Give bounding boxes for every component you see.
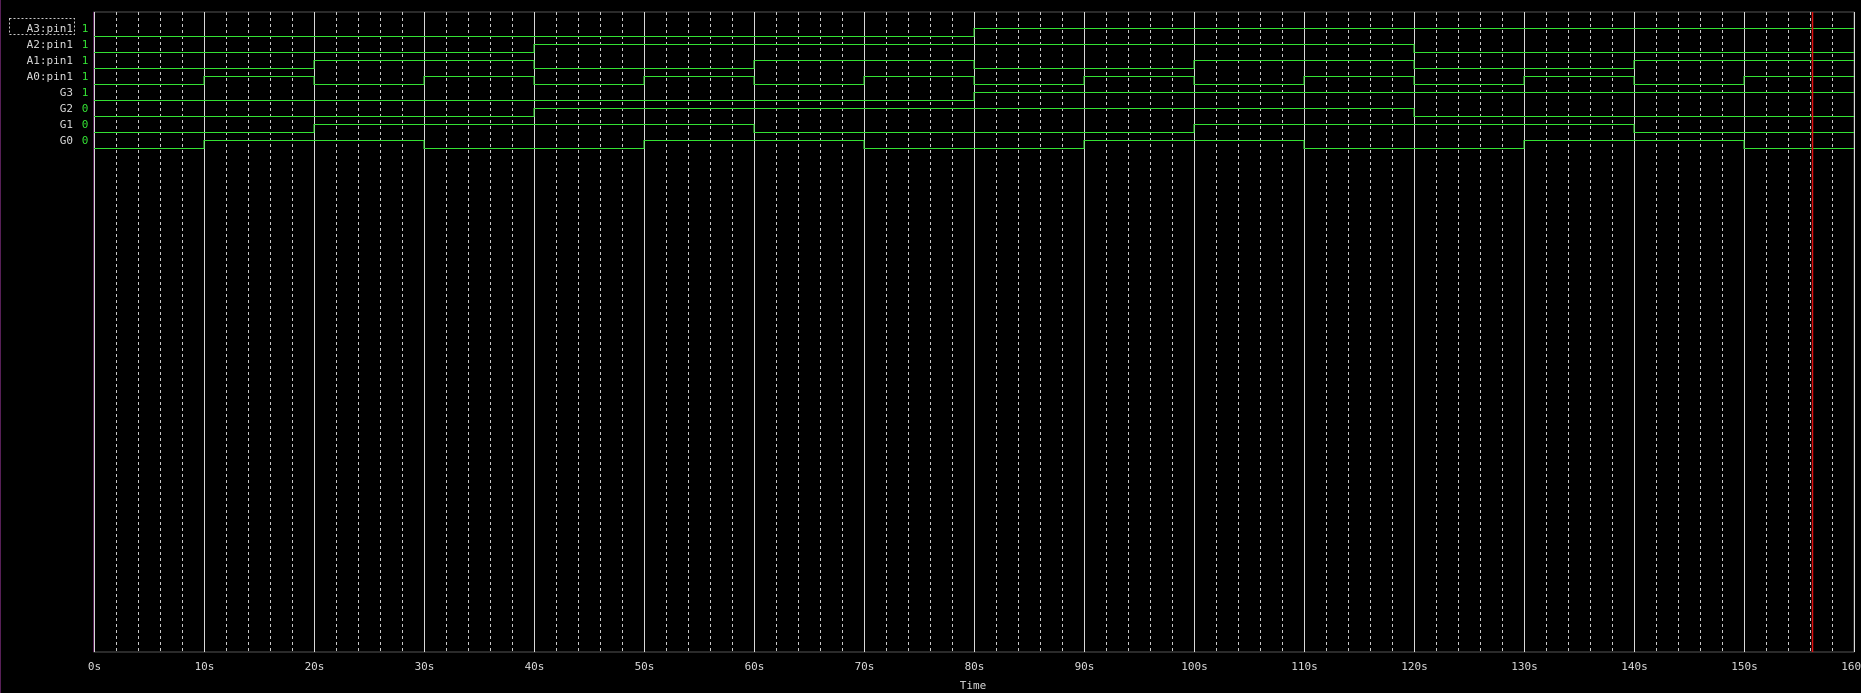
time-tick-label: 20s (305, 660, 325, 673)
signal-value-label: 1 (82, 54, 89, 67)
time-tick-label: 120s (1401, 660, 1428, 673)
time-tick-label: 90s (1075, 660, 1095, 673)
time-tick-label: 60s (745, 660, 765, 673)
signal-name-label[interactable]: G3 (60, 86, 73, 99)
time-tick-label: 40s (525, 660, 545, 673)
signal-value-label: 0 (82, 134, 89, 147)
signal-name-label[interactable]: A0:pin1 (27, 70, 73, 83)
time-tick-label: 100s (1181, 660, 1208, 673)
time-axis-title: Time (960, 679, 987, 692)
signal-name-label[interactable]: A2:pin1 (27, 38, 73, 51)
signal-name-label[interactable]: G1 (60, 118, 73, 131)
time-tick-label: 0s (88, 660, 101, 673)
time-tick-label: 150s (1731, 660, 1758, 673)
signal-name-label[interactable]: A3:pin1 (27, 22, 73, 35)
signal-value-label: 1 (82, 70, 89, 83)
signal-name-label[interactable]: G2 (60, 102, 73, 115)
signal-name-label[interactable]: G0 (60, 134, 73, 147)
time-tick-label: 160s (1841, 660, 1861, 673)
signal-value-label: 1 (82, 38, 89, 51)
time-tick-label: 110s (1291, 660, 1318, 673)
time-tick-label: 80s (965, 660, 985, 673)
time-tick-label: 50s (635, 660, 655, 673)
signal-name-label[interactable]: A1:pin1 (27, 54, 73, 67)
time-tick-label: 30s (415, 660, 435, 673)
waveform-viewer: A3:pin1 1 A2:pin1 1 A1:pin1 1 A0:pin1 1 G3 1 G2 0 G1… (0, 0, 1861, 693)
time-tick-label: 130s (1511, 660, 1538, 673)
time-tick-label: 70s (855, 660, 875, 673)
signal-value-label: 0 (82, 102, 89, 115)
waveform-canvas[interactable]: A3:pin1 1 A2:pin1 1 A1:pin1 1 A0:pin1 1 G3 1 G2 0 G1… (0, 0, 1861, 693)
signal-value-label: 1 (82, 22, 89, 35)
time-tick-label: 10s (195, 660, 215, 673)
signal-value-label: 0 (82, 118, 89, 131)
signal-value-label: 1 (82, 86, 89, 99)
time-tick-label: 140s (1621, 660, 1648, 673)
